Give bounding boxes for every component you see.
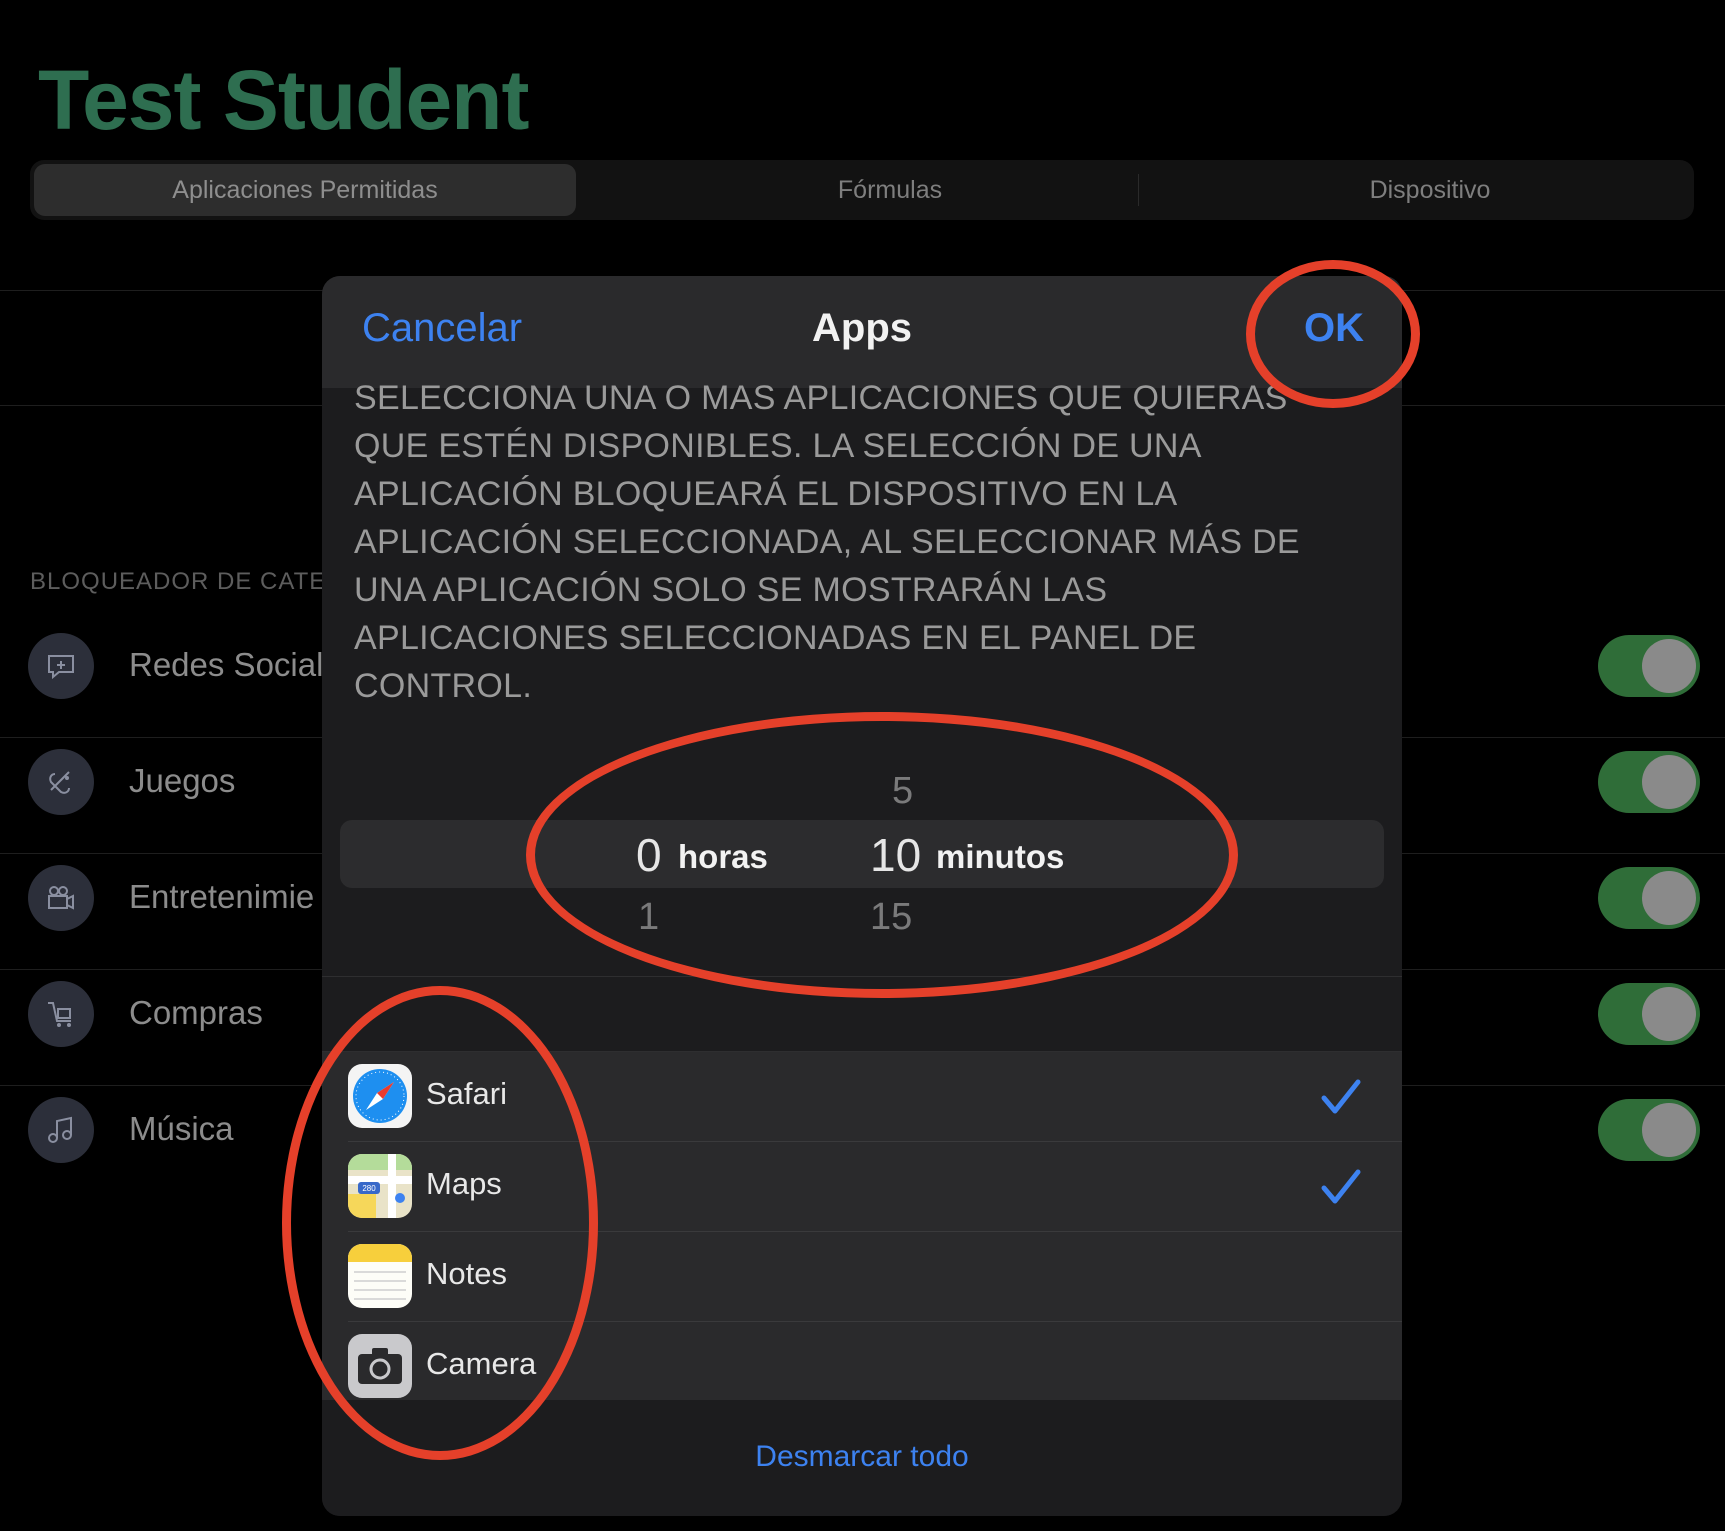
category-label: Juegos xyxy=(129,762,236,799)
tab-dispositivo[interactable]: Dispositivo xyxy=(1170,164,1690,216)
toggle-entretenimiento[interactable] xyxy=(1598,867,1700,929)
segmented-control: Aplicaciones Permitidas Fórmulas Disposi… xyxy=(30,160,1694,220)
chat-bubble-icon xyxy=(28,633,94,699)
toggle-knob xyxy=(1642,871,1696,925)
annotation-circle-picker xyxy=(526,712,1238,998)
annotation-circle-ok xyxy=(1246,260,1420,408)
instructions-text: SELECCIONA UNA O MAS APLICACIONES QUE QU… xyxy=(354,379,1300,705)
game-controller-icon xyxy=(28,749,94,815)
modal-header: Cancelar Apps OK xyxy=(322,276,1402,388)
page-title: Test Student xyxy=(38,53,529,147)
shopping-cart-icon xyxy=(28,981,94,1047)
category-label: Entretenimie xyxy=(129,878,315,915)
music-note-icon xyxy=(28,1097,94,1163)
checkmark-icon xyxy=(1321,1169,1361,1204)
category-label: Música xyxy=(129,1110,234,1147)
category-label: Compras xyxy=(129,994,263,1031)
tab-aplicaciones-permitidas[interactable]: Aplicaciones Permitidas xyxy=(34,164,576,216)
toggle-juegos[interactable] xyxy=(1598,751,1700,813)
toggle-compras[interactable] xyxy=(1598,983,1700,1045)
toggle-knob xyxy=(1642,755,1696,809)
checkmark-icon xyxy=(1321,1079,1361,1114)
video-camera-icon xyxy=(28,865,94,931)
segment-divider xyxy=(1138,174,1139,206)
toggle-musica[interactable] xyxy=(1598,1099,1700,1161)
toggle-knob xyxy=(1642,639,1696,693)
tab-formulas[interactable]: Fórmulas xyxy=(612,164,1168,216)
modal-title: Apps xyxy=(812,306,912,350)
category-label: Redes Social xyxy=(129,646,324,683)
section-header: BLOQUEADOR DE CATE xyxy=(30,568,327,595)
toggle-redes-sociales[interactable] xyxy=(1598,635,1700,697)
toggle-knob xyxy=(1642,987,1696,1041)
toggle-knob xyxy=(1642,1103,1696,1157)
annotation-circle-apps xyxy=(282,986,598,1460)
